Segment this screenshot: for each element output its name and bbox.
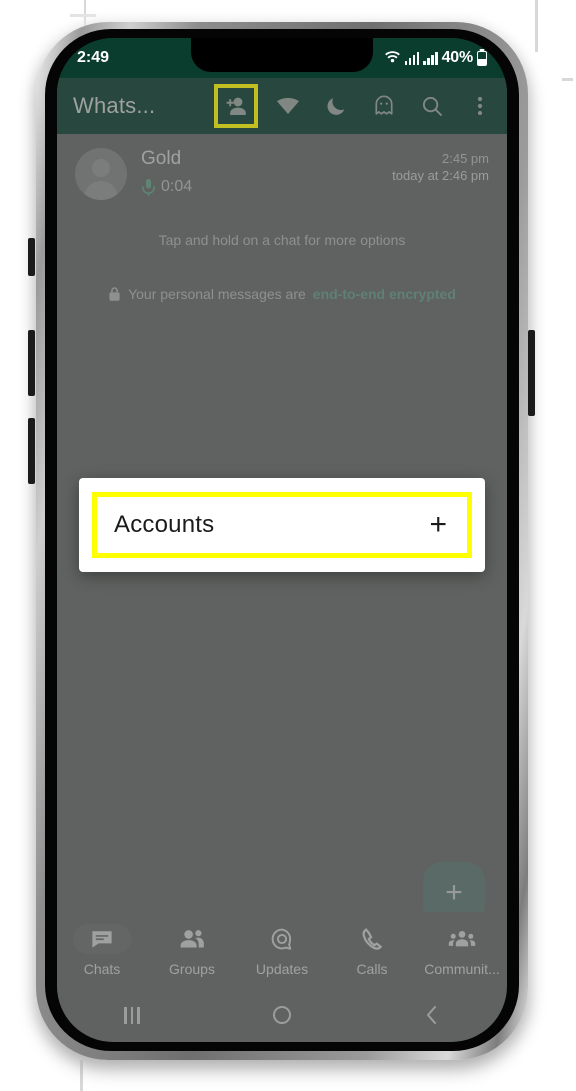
- signal-bars-icon: [404, 51, 420, 65]
- volume-down-button[interactable]: [28, 418, 35, 484]
- phone-screen: 2:49 40% Whats... Accounts +: [57, 38, 507, 1042]
- accounts-row[interactable]: Accounts +: [92, 492, 472, 558]
- background-artifact: [70, 14, 96, 17]
- screenshot-stage: 2:49 40% Whats... Accounts +: [0, 0, 576, 1091]
- background-artifact: [562, 78, 573, 81]
- volume-up-button[interactable]: [28, 330, 35, 396]
- status-indicators: 40%: [384, 49, 487, 68]
- accounts-dialog: Accounts +: [79, 478, 485, 572]
- silent-switch[interactable]: [28, 238, 35, 276]
- status-time: 2:49: [77, 49, 110, 66]
- battery-icon: [477, 50, 487, 66]
- power-button[interactable]: [528, 330, 535, 416]
- display-notch: [191, 38, 373, 72]
- modal-scrim-appbar: [57, 78, 507, 134]
- accounts-title: Accounts: [114, 511, 215, 538]
- background-artifact: [80, 1060, 83, 1091]
- battery-percent: 40%: [441, 49, 474, 66]
- plus-icon[interactable]: +: [429, 510, 451, 540]
- signal-bars-icon: [423, 51, 438, 65]
- wifi-icon: [384, 49, 401, 68]
- background-artifact: [535, 0, 538, 52]
